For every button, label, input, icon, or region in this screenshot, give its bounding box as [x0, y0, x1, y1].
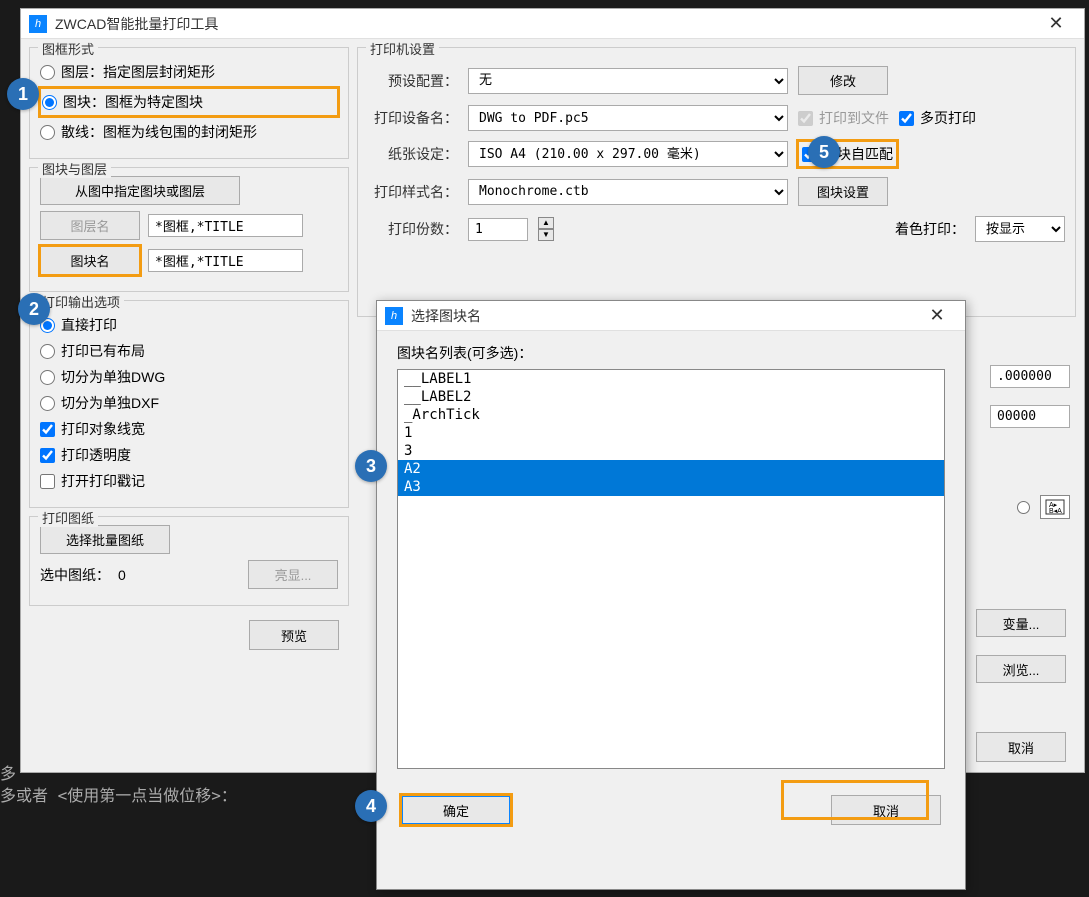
device-select[interactable]: DWG to PDF.pc5 — [468, 105, 788, 131]
specify-block-layer-button[interactable]: 从图中指定图块或图层 — [40, 176, 240, 205]
check-multipage[interactable]: 多页打印 — [899, 108, 976, 128]
step-badge-2: 2 — [18, 293, 50, 325]
style-label: 打印样式名： — [368, 182, 458, 202]
app-icon: h — [29, 15, 47, 33]
step-badge-5: 5 — [808, 136, 840, 168]
frame-style-legend: 图框形式 — [38, 39, 98, 58]
list-label: 图块名列表(可多选)： — [397, 343, 945, 363]
block-settings-button[interactable]: 图块设置 — [798, 177, 888, 206]
radio-scatter[interactable]: 散线：图框为线包围的封闭矩形 — [40, 122, 338, 142]
copies-label: 打印份数： — [368, 219, 458, 239]
app-icon: h — [385, 307, 403, 325]
shade-select[interactable]: 按显示 — [975, 216, 1065, 242]
orientation-icon: A▸B◂A — [1040, 495, 1070, 519]
radio-print-layout[interactable]: 打印已有布局 — [40, 341, 338, 361]
radio-orientation[interactable] — [1017, 501, 1030, 514]
browse-button[interactable]: 浏览... — [976, 655, 1066, 683]
copies-input[interactable] — [468, 218, 528, 241]
layer-name-input[interactable] — [148, 214, 303, 237]
block-name-listbox[interactable]: __LABEL1 __LABEL2 _ArchTick 1 3 A2 A3 — [397, 369, 945, 769]
radio-scatter-label: 散线：图框为线包围的封闭矩形 — [61, 122, 257, 142]
list-item[interactable]: _ArchTick — [398, 406, 944, 424]
close-icon[interactable]: ✕ — [917, 302, 957, 330]
select-batch-button[interactable]: 选择批量图纸 — [40, 525, 170, 554]
check-lineweight[interactable]: 打印对象线宽 — [40, 419, 338, 439]
radio-split-dxf[interactable]: 切分为单独DXF — [40, 393, 338, 413]
output-options-group: 打印输出选项 直接打印 打印已有布局 切分为单独DWG 切分为单独DXF 打印对… — [29, 300, 349, 508]
value-2-input[interactable] — [990, 405, 1070, 428]
paper-select[interactable]: ISO A4 (210.00 x 297.00 毫米) — [468, 141, 788, 167]
printer-settings-group: 打印机设置 预设配置： 无 修改 打印设备名： DWG to PDF.pc5 打… — [357, 47, 1076, 317]
check-print-to-file: 打印到文件 — [798, 108, 889, 128]
list-item[interactable]: A2 — [398, 460, 944, 478]
modify-button[interactable]: 修改 — [798, 66, 888, 95]
list-item[interactable]: A3 — [398, 478, 944, 496]
block-layer-group: 图块与图层 从图中指定图块或图层 图层名 图块名 — [29, 167, 349, 292]
list-item[interactable]: __LABEL2 — [398, 388, 944, 406]
value-1-input[interactable] — [990, 365, 1070, 388]
preview-button[interactable]: 预览 — [249, 620, 339, 650]
preset-label: 预设配置： — [368, 71, 458, 91]
print-drawing-group: 打印图纸 选择批量图纸 选中图纸： 0 亮显... — [29, 516, 349, 606]
sub-titlebar: h 选择图块名 ✕ — [377, 301, 965, 331]
sub-dialog: h 选择图块名 ✕ 图块名列表(可多选)： __LABEL1 __LABEL2 … — [376, 300, 966, 890]
preset-select[interactable]: 无 — [468, 68, 788, 94]
radio-layer[interactable]: 图层：指定图层封闭矩形 — [40, 62, 338, 82]
bg-text-2: 多或者 <使用第一点当做位移>： — [0, 782, 237, 806]
close-icon[interactable]: ✕ — [1036, 10, 1076, 38]
block-layer-legend: 图块与图层 — [38, 159, 111, 178]
main-titlebar: h ZWCAD智能批量打印工具 ✕ — [21, 9, 1084, 39]
step-badge-4: 4 — [355, 790, 387, 822]
main-title: ZWCAD智能批量打印工具 — [55, 14, 1036, 34]
ok-button[interactable]: 确定 — [401, 795, 511, 825]
svg-text:B◂A: B◂A — [1049, 508, 1062, 515]
paper-label: 纸张设定： — [368, 144, 458, 164]
step-badge-1: 1 — [7, 78, 39, 110]
block-name-button[interactable]: 图块名 — [40, 246, 140, 275]
style-select[interactable]: Monochrome.ctb — [468, 179, 788, 205]
sub-cancel-button[interactable]: 取消 — [831, 795, 941, 825]
variables-button[interactable]: 变量... — [976, 609, 1066, 637]
list-item[interactable]: 1 — [398, 424, 944, 442]
printer-settings-legend: 打印机设置 — [366, 39, 439, 58]
step-badge-3: 3 — [355, 450, 387, 482]
frame-style-group: 图框形式 图层：指定图层封闭矩形 图块：图框为特定图块 散线：图框为线包围的封闭… — [29, 47, 349, 159]
radio-layer-label: 图层：指定图层封闭矩形 — [61, 62, 215, 82]
sub-title: 选择图块名 — [411, 306, 917, 326]
highlight-button: 亮显... — [248, 560, 338, 589]
shade-label: 着色打印： — [895, 219, 965, 239]
block-name-input[interactable] — [148, 249, 303, 272]
check-transparency[interactable]: 打印透明度 — [40, 445, 338, 465]
layer-name-button: 图层名 — [40, 211, 140, 240]
list-item[interactable]: 3 — [398, 442, 944, 460]
copies-spinner[interactable]: ▲▼ — [538, 217, 554, 241]
print-drawing-legend: 打印图纸 — [38, 508, 98, 527]
selected-count-value: 0 — [118, 567, 126, 583]
bg-text-1: 多 — [0, 760, 16, 784]
list-item[interactable]: __LABEL1 — [398, 370, 944, 388]
radio-block-label: 图块：图框为特定图块 — [63, 92, 203, 112]
device-label: 打印设备名： — [368, 108, 458, 128]
main-cancel-button[interactable]: 取消 — [976, 732, 1066, 762]
radio-direct-print[interactable]: 直接打印 — [40, 315, 338, 335]
radio-block[interactable]: 图块：图框为特定图块 — [40, 88, 338, 116]
selected-count-label: 选中图纸： — [40, 565, 110, 585]
check-stamp[interactable]: 打开打印戳记 — [40, 471, 338, 491]
output-options-legend: 打印输出选项 — [38, 292, 124, 311]
radio-split-dwg[interactable]: 切分为单独DWG — [40, 367, 338, 387]
